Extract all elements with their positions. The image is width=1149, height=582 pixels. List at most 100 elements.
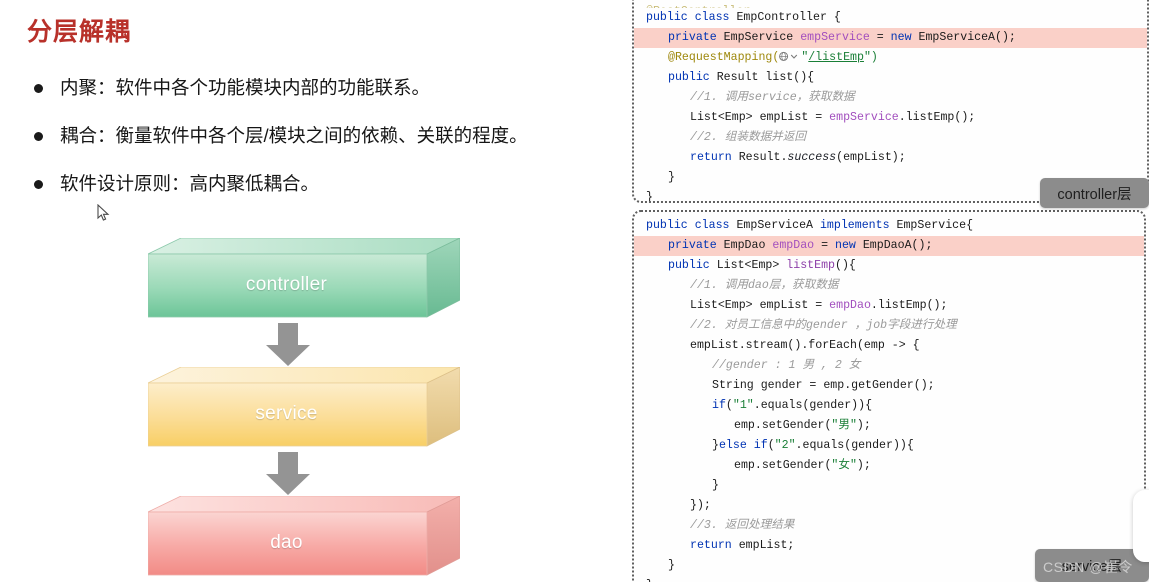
code-line: //1. 调用dao层，获取数据 bbox=[634, 276, 1144, 296]
code-token: emp.setGender( bbox=[734, 419, 832, 432]
code-token: public bbox=[668, 71, 710, 84]
code-token: ( bbox=[767, 439, 775, 452]
csdn-watermark: CSDN @崔令 bbox=[1043, 559, 1133, 575]
code-token: "女" bbox=[831, 459, 857, 472]
code-token: return bbox=[690, 539, 732, 552]
code-token: success bbox=[787, 151, 837, 164]
code-block-controller[interactable]: @RestControllerpublic class EmpControlle… bbox=[634, 0, 1147, 203]
code-token: //2. 组装数据并返回 bbox=[690, 131, 806, 144]
badge-controller-layer: controller层 bbox=[1040, 178, 1149, 208]
code-token: ") bbox=[863, 51, 878, 64]
code-token: }); bbox=[690, 499, 711, 512]
bullet-text: 内聚：软件中各个功能模块内部的功能联系。 bbox=[60, 77, 431, 98]
code-token: List<Emp> bbox=[709, 259, 787, 272]
code-token: @RequestMapping( bbox=[668, 51, 780, 64]
code-line: //3. 返回处理结果 bbox=[634, 516, 1144, 536]
code-card-controller: @RestControllerpublic class EmpControlle… bbox=[632, 0, 1149, 203]
code-line: return Result.success(empList); bbox=[634, 148, 1147, 168]
code-line: public Result list(){ bbox=[634, 68, 1147, 88]
code-token: "男" bbox=[831, 419, 857, 432]
arrow-down-icon bbox=[265, 452, 311, 496]
code-token: //2. 对员工信息中的gender ，job字段进行处理 bbox=[690, 319, 957, 332]
web-endpoint-icon[interactable] bbox=[779, 50, 790, 61]
code-token: } bbox=[668, 559, 675, 572]
code-token: (){ bbox=[834, 259, 856, 272]
code-token: private bbox=[668, 239, 717, 252]
code-line: emp.setGender("男"); bbox=[634, 416, 1144, 436]
code-token: Result bbox=[709, 71, 766, 84]
page-title: 分层解耦 bbox=[27, 18, 132, 46]
code-token: "1" bbox=[732, 399, 754, 412]
code-token: } bbox=[646, 191, 653, 203]
list-item: 软件设计原则：高内聚低耦合。 bbox=[34, 172, 614, 197]
code-line: }else if("2".equals(gender)){ bbox=[634, 436, 1144, 456]
code-line: //2. 对员工信息中的gender ，job字段进行处理 bbox=[634, 316, 1144, 336]
mouse-cursor-icon bbox=[97, 203, 111, 222]
code-token: EmpController { bbox=[729, 11, 841, 24]
code-token: ); bbox=[856, 459, 871, 472]
code-line: } bbox=[634, 476, 1144, 496]
code-line: public class EmpServiceA implements EmpS… bbox=[634, 216, 1144, 236]
code-line: emp.setGender("女"); bbox=[634, 456, 1144, 476]
code-token: //1. 调用dao层，获取数据 bbox=[690, 279, 839, 292]
code-line: if("1".equals(gender)){ bbox=[634, 396, 1144, 416]
code-token: private bbox=[668, 31, 717, 44]
diagram-box-service: service bbox=[148, 367, 460, 447]
code-block-service[interactable]: public class EmpServiceA implements EmpS… bbox=[634, 212, 1144, 582]
code-line: empList.stream().forEach(emp -> { bbox=[634, 336, 1144, 356]
code-line: List<Emp> empList = empDao.listEmp(); bbox=[634, 296, 1144, 316]
list-item: 耦合：衡量软件中各个层/模块之间的依赖、关联的程度。 bbox=[34, 124, 614, 149]
diagram-box-controller: controller bbox=[148, 238, 460, 318]
code-token: .equals(gender)){ bbox=[795, 439, 914, 452]
code-token: EmpServiceA(); bbox=[911, 31, 1016, 44]
code-token: return bbox=[690, 151, 732, 164]
list-item: 内聚：软件中各个功能模块内部的功能联系。 bbox=[34, 76, 614, 101]
code-line: String gender = emp.getGender(); bbox=[634, 376, 1144, 396]
code-token: empDao bbox=[829, 299, 871, 312]
code-token: new bbox=[890, 31, 912, 44]
bullet-dot-icon bbox=[34, 131, 43, 141]
arrow-down-icon bbox=[265, 323, 311, 367]
chevron-down-icon[interactable] bbox=[790, 50, 801, 61]
code-token: if bbox=[753, 439, 768, 452]
code-token: EmpService{ bbox=[889, 219, 974, 232]
bullet-text: 软件设计原则：高内聚低耦合。 bbox=[60, 172, 320, 194]
code-token: list bbox=[765, 71, 794, 84]
code-token: } bbox=[712, 439, 719, 452]
slide-left-pane: 分层解耦 内聚：软件中各个功能模块内部的功能联系。 耦合：衡量软件中各个层/模块… bbox=[0, 0, 625, 582]
code-token: public bbox=[646, 219, 688, 232]
bullet-list: 内聚：软件中各个功能模块内部的功能联系。 耦合：衡量软件中各个层/模块之间的依赖… bbox=[34, 76, 614, 220]
code-line: private EmpService empService = new EmpS… bbox=[634, 28, 1147, 48]
code-token: ( bbox=[725, 399, 733, 412]
code-token: public bbox=[668, 259, 710, 272]
code-token: empService bbox=[829, 111, 899, 124]
code-token: "2" bbox=[774, 439, 796, 452]
code-token: } bbox=[712, 479, 719, 492]
code-token: EmpService bbox=[716, 31, 801, 44]
code-token: empService bbox=[800, 31, 870, 44]
code-token: String gender = emp.getGender(); bbox=[712, 379, 935, 392]
bullet-dot-icon bbox=[34, 179, 43, 189]
bullet-dot-icon bbox=[34, 84, 43, 93]
code-token: empDao bbox=[772, 239, 815, 252]
code-token: .equals(gender)){ bbox=[753, 399, 873, 412]
code-token: empList.stream().forEach(emp -> { bbox=[690, 339, 920, 352]
bullet-text: 耦合：衡量软件中各个层/模块之间的依赖、关联的程度。 bbox=[60, 124, 528, 146]
code-token: .listEmp(); bbox=[898, 111, 976, 124]
code-token: //3. 返回处理结果 bbox=[690, 519, 795, 532]
code-token: Result. bbox=[731, 151, 788, 164]
code-token: .listEmp(); bbox=[870, 299, 948, 312]
code-line: private EmpDao empDao = new EmpDaoA(); bbox=[634, 236, 1144, 256]
code-line: public class EmpController { bbox=[634, 8, 1147, 28]
code-token: implements bbox=[819, 219, 890, 232]
code-line: @RequestMapping("/listEmp") bbox=[634, 48, 1147, 68]
code-token: (){ bbox=[793, 71, 815, 84]
code-line: //2. 组装数据并返回 bbox=[634, 128, 1147, 148]
code-token: /listEmp bbox=[808, 51, 864, 64]
code-line: //gender : 1 男 , 2 女 bbox=[634, 356, 1144, 376]
code-line: List<Emp> empList = empService.listEmp()… bbox=[634, 108, 1147, 128]
code-token: public bbox=[646, 11, 688, 24]
code-token: //1. 调用service，获取数据 bbox=[690, 91, 855, 104]
